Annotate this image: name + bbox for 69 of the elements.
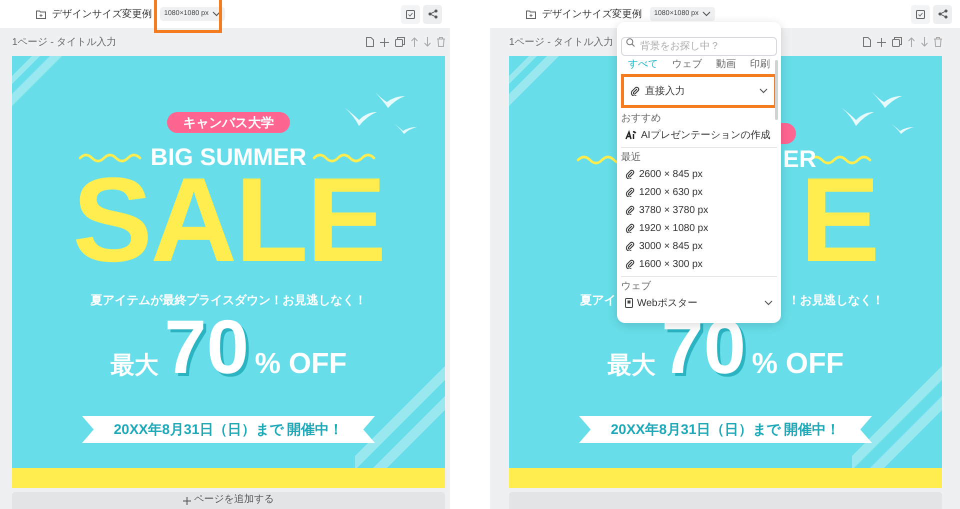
share-button[interactable] — [933, 4, 952, 24]
date-ribbon: 20XX年8月31日（日）まで 開催中！ — [82, 416, 375, 443]
share-icon — [428, 9, 438, 19]
category-tab[interactable]: ウェブ — [672, 57, 702, 73]
max-label: 最大 — [110, 354, 158, 378]
direct-input-item[interactable]: 直接入力 — [621, 74, 777, 108]
arrow-up-icon[interactable] — [908, 37, 915, 47]
menu-item[interactable]: AIプレゼンテーションの作成 — [621, 126, 777, 144]
arrow-down-icon[interactable] — [921, 37, 928, 47]
chevron-down-icon — [702, 11, 711, 17]
page-label: 1ページ - タイトル入力 — [509, 36, 614, 50]
trash-icon[interactable] — [437, 37, 445, 47]
trash-icon[interactable] — [934, 37, 942, 47]
clipboard-icon — [916, 9, 925, 19]
page-label: 1ページ - タイトル入力 — [12, 36, 116, 50]
discount-unit: % OFF — [752, 350, 844, 379]
arrow-down-icon[interactable] — [424, 37, 431, 47]
badge-fragment — [781, 123, 796, 144]
max-label: 最大 — [607, 354, 656, 378]
share-icon — [938, 9, 948, 19]
category-tab[interactable]: 印刷 — [750, 57, 770, 73]
menu-item[interactable]: 2600 × 845 px — [621, 165, 777, 183]
folder-icon[interactable] — [36, 10, 46, 18]
wave-icon — [312, 152, 378, 164]
search-icon — [626, 38, 635, 47]
clipboard-button[interactable] — [401, 4, 420, 24]
subtitle-fragment: ！お見逃しなく！ — [788, 294, 884, 306]
section-heading: 最近 — [621, 151, 642, 165]
new-page-icon[interactable] — [863, 37, 871, 47]
poster-icon — [625, 298, 633, 308]
discount-unit: % OFF — [254, 350, 347, 379]
folder-icon[interactable] — [526, 10, 536, 18]
subtitle: 夏アイテムが最終プライスダウン！お見逃しなく！ — [90, 294, 368, 306]
duplicate-icon[interactable] — [395, 37, 405, 47]
section-heading: おすすめ — [621, 112, 662, 126]
add-page-bar[interactable]: ページを追加する — [12, 492, 445, 509]
plus-icon — [183, 497, 191, 505]
menu-item[interactable]: 3780 × 3780 px — [621, 201, 777, 219]
wave-icon — [78, 152, 144, 164]
add-icon[interactable] — [877, 38, 886, 46]
menu-item[interactable]: 1600 × 300 px — [621, 255, 777, 273]
ai-icon — [625, 130, 637, 140]
new-page-icon[interactable] — [366, 37, 374, 47]
clipboard-icon — [406, 9, 415, 19]
brand-badge: キャンバス大学 — [167, 112, 290, 133]
menu-item[interactable]: 1920 × 1080 px — [621, 219, 777, 237]
search-field[interactable]: 背景をお探し中？ — [621, 37, 777, 56]
chevron-down-icon — [764, 300, 773, 306]
category-tab[interactable]: 動画 — [716, 57, 736, 73]
duplicate-icon[interactable] — [892, 37, 902, 47]
subtitle-fragment: 夏アイ — [580, 294, 616, 306]
wave-icon — [577, 154, 617, 166]
design-title: デザインサイズ変更例 — [52, 8, 152, 22]
chevron-down-icon — [212, 11, 221, 17]
share-button[interactable] — [423, 4, 442, 24]
clipboard-button[interactable] — [911, 4, 930, 24]
chevron-down-icon — [759, 88, 768, 94]
section-heading: ウェブ — [621, 280, 652, 294]
paperclip-icon — [630, 86, 640, 96]
date-ribbon: 20XX年8月31日（日）まで 開催中！ — [579, 416, 872, 443]
discount-number: 70 — [164, 310, 249, 386]
add-page-label: ページを追加する — [194, 495, 274, 505]
add-icon[interactable] — [380, 38, 389, 46]
menu-item[interactable]: Webポスター — [621, 294, 777, 312]
scrollbar-thumb — [775, 60, 778, 120]
menu-item[interactable]: 3000 × 845 px — [621, 237, 777, 255]
menu-item[interactable]: 1200 × 630 px — [621, 183, 777, 201]
arrow-up-icon[interactable] — [411, 37, 418, 47]
design-title: デザインサイズ変更例 — [542, 8, 642, 22]
